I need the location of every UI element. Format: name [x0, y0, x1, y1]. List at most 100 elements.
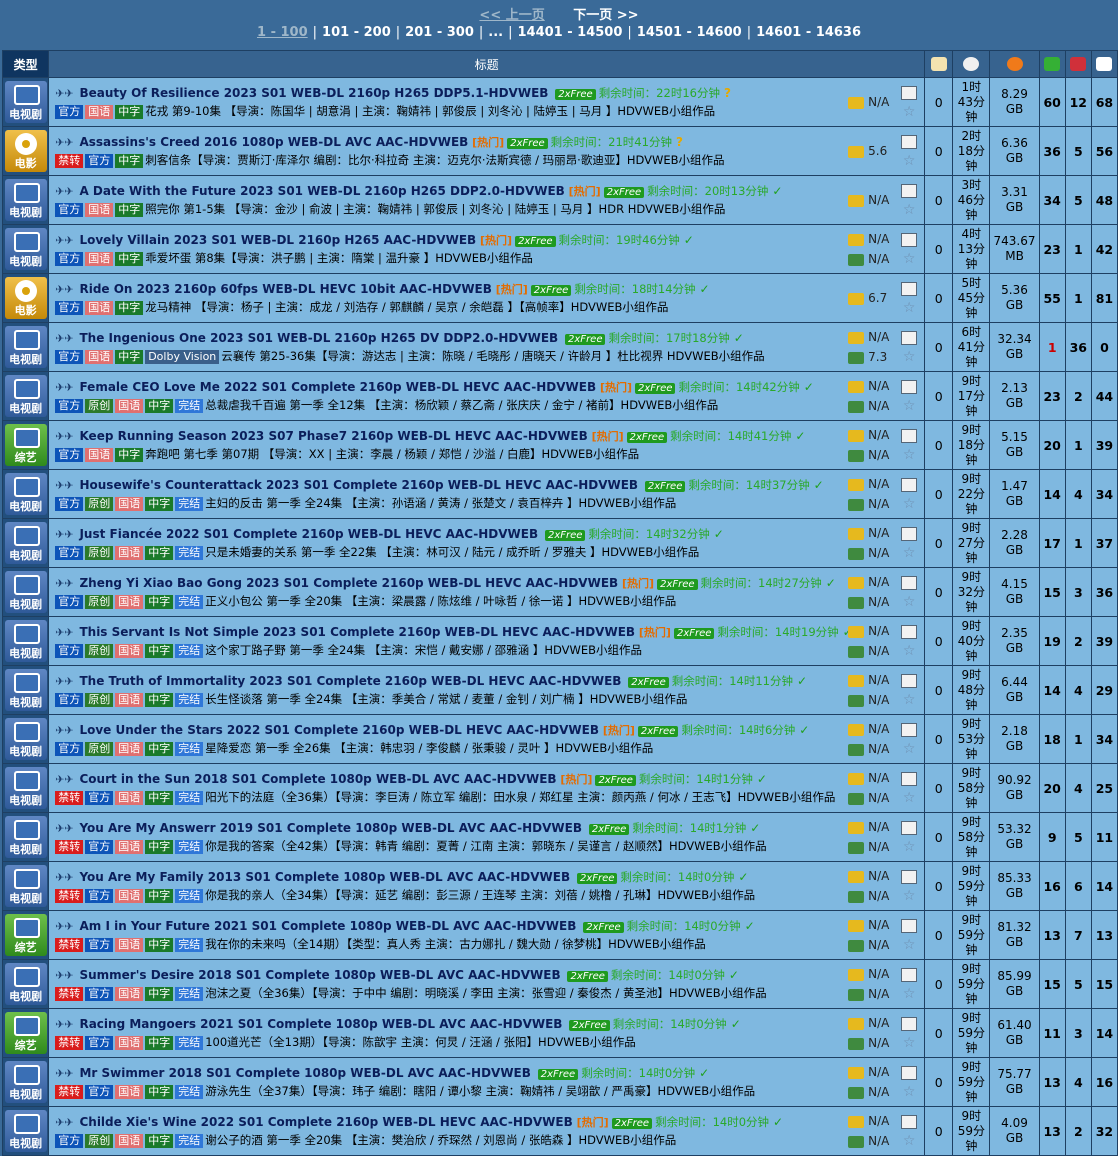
torrent-title-link[interactable]: Housewife's Counterattack 2023 S01 Compl… — [79, 478, 638, 492]
seeders-count[interactable]: 13 — [1038, 910, 1066, 960]
torrent-title-link[interactable]: Mr Swimmer 2018 S01 Complete 1080p WEB-D… — [79, 1066, 530, 1080]
category-cell[interactable]: 电视剧 — [1, 665, 50, 715]
time-icon[interactable] — [952, 50, 991, 78]
seeders-count[interactable]: 13 — [1038, 1057, 1066, 1107]
category-badge[interactable]: 电视剧 — [4, 620, 47, 662]
download-icon[interactable] — [901, 624, 918, 639]
comments-count[interactable]: 0 — [924, 469, 954, 519]
comments-count[interactable]: 0 — [924, 665, 954, 715]
torrent-title-link[interactable]: You Are My Answerr 2019 S01 Complete 108… — [79, 821, 582, 835]
page-range-link[interactable]: 14601 - 14636 — [756, 25, 861, 40]
snatched-count[interactable]: 39 — [1090, 420, 1118, 470]
snatched-count[interactable]: 32 — [1090, 1106, 1118, 1156]
bookmark-star-icon[interactable]: ☆ — [903, 545, 916, 561]
snatched-count[interactable]: 0 — [1090, 322, 1118, 372]
leechers-count[interactable]: 7 — [1064, 910, 1092, 960]
torrent-title-link[interactable]: This Servant Is Not Simple 2023 S01 Comp… — [79, 625, 635, 639]
snatched-count[interactable]: 14 — [1090, 861, 1118, 911]
leechers-count[interactable]: 4 — [1064, 763, 1092, 813]
leechers-count[interactable]: 5 — [1064, 959, 1092, 1009]
torrent-title-link[interactable]: Female CEO Love Me 2022 S01 Complete 216… — [79, 380, 596, 394]
download-icon[interactable] — [901, 477, 918, 492]
leechers-count[interactable]: 6 — [1064, 861, 1092, 911]
download-icon[interactable] — [901, 183, 918, 198]
bookmark-star-icon[interactable]: ☆ — [903, 1133, 916, 1149]
leechers-count[interactable]: 1 — [1064, 420, 1092, 470]
torrent-title-link[interactable]: You Are My Family 2013 S01 Complete 1080… — [79, 870, 570, 884]
download-icon[interactable] — [901, 722, 918, 737]
seeders-count[interactable]: 13 — [1038, 1106, 1066, 1156]
comments-count[interactable]: 0 — [924, 1106, 954, 1156]
snatched-icon[interactable] — [1090, 50, 1118, 78]
snatched-count[interactable]: 81 — [1090, 273, 1118, 323]
download-icon[interactable] — [901, 1114, 918, 1129]
torrent-title-link[interactable]: Zheng Yi Xiao Bao Gong 2023 S01 Complete… — [79, 576, 618, 590]
leechers-count[interactable]: 1 — [1064, 714, 1092, 764]
category-cell[interactable]: 电视剧 — [1, 714, 50, 764]
leechers-count[interactable]: 4 — [1064, 1057, 1092, 1107]
category-badge[interactable]: 电视剧 — [4, 81, 47, 123]
snatched-count[interactable]: 14 — [1090, 1008, 1118, 1058]
snatched-count[interactable]: 25 — [1090, 763, 1118, 813]
comments-count[interactable]: 0 — [924, 763, 954, 813]
snatched-count[interactable]: 48 — [1090, 175, 1118, 225]
snatched-count[interactable]: 29 — [1090, 665, 1118, 715]
page-range-link[interactable]: 14401 - 14500 — [518, 25, 623, 40]
download-icon[interactable] — [901, 1065, 918, 1080]
bookmark-star-icon[interactable]: ☆ — [903, 300, 916, 316]
comments-count[interactable]: 0 — [924, 126, 954, 176]
bookmark-star-icon[interactable]: ☆ — [903, 496, 916, 512]
download-icon[interactable] — [901, 281, 918, 296]
category-badge[interactable]: 电视剧 — [4, 473, 47, 515]
download-icon[interactable] — [901, 869, 918, 884]
seeders-count[interactable]: 23 — [1038, 371, 1066, 421]
page-range-link[interactable]: 14501 - 14600 — [637, 25, 742, 40]
snatched-count[interactable]: 13 — [1090, 910, 1118, 960]
header-type[interactable]: 类型 — [1, 50, 50, 78]
torrent-title-link[interactable]: Beauty Of Resilience 2023 S01 WEB-DL 216… — [79, 86, 548, 100]
category-badge[interactable]: 电影 — [4, 130, 47, 172]
category-cell[interactable]: 电视剧 — [1, 616, 50, 666]
download-icon[interactable] — [901, 379, 918, 394]
comments-count[interactable]: 0 — [924, 910, 954, 960]
torrent-title-link[interactable]: The Ingenious One 2023 S01 WEB-DL 2160p … — [79, 331, 558, 345]
download-icon[interactable] — [901, 428, 918, 443]
leechers-count[interactable]: 4 — [1064, 665, 1092, 715]
seeders-count[interactable]: 9 — [1038, 812, 1066, 862]
leechers-count[interactable]: 2 — [1064, 1106, 1092, 1156]
seeders-count[interactable]: 20 — [1038, 420, 1066, 470]
comments-count[interactable]: 0 — [924, 420, 954, 470]
category-cell[interactable]: 电视剧 — [1, 567, 50, 617]
category-badge[interactable]: 综艺 — [4, 1012, 47, 1054]
snatched-count[interactable]: 44 — [1090, 371, 1118, 421]
snatched-count[interactable]: 37 — [1090, 518, 1118, 568]
download-icon[interactable] — [901, 1016, 918, 1031]
comments-count[interactable]: 0 — [924, 812, 954, 862]
comments-count[interactable]: 0 — [924, 714, 954, 764]
bookmark-star-icon[interactable]: ☆ — [903, 398, 916, 414]
category-cell[interactable]: 综艺 — [1, 910, 50, 960]
snatched-count[interactable]: 15 — [1090, 959, 1118, 1009]
category-badge[interactable]: 电视剧 — [4, 1110, 47, 1152]
next-page-link[interactable]: 下一页 >> — [573, 8, 638, 23]
seeders-count[interactable]: 34 — [1038, 175, 1066, 225]
snatched-count[interactable]: 16 — [1090, 1057, 1118, 1107]
seeders-count[interactable]: 20 — [1038, 763, 1066, 813]
seeders-count[interactable]: 14 — [1038, 665, 1066, 715]
category-cell[interactable]: 电视剧 — [1, 371, 50, 421]
seeders-icon[interactable] — [1038, 50, 1066, 78]
bookmark-star-icon[interactable]: ☆ — [903, 741, 916, 757]
bookmark-star-icon[interactable]: ☆ — [903, 888, 916, 904]
category-badge[interactable]: 电视剧 — [4, 375, 47, 417]
page-range-link[interactable]: 101 - 200 — [322, 25, 391, 40]
category-cell[interactable]: 电视剧 — [1, 175, 50, 225]
seeders-count[interactable]: 36 — [1038, 126, 1066, 176]
comments-count[interactable]: 0 — [924, 518, 954, 568]
seeders-count[interactable]: 15 — [1038, 567, 1066, 617]
snatched-count[interactable]: 68 — [1090, 77, 1118, 127]
category-cell[interactable]: 电影 — [1, 273, 50, 323]
snatched-count[interactable]: 34 — [1090, 469, 1118, 519]
category-cell[interactable]: 电视剧 — [1, 763, 50, 813]
comments-icon[interactable] — [924, 50, 954, 78]
snatched-count[interactable]: 39 — [1090, 616, 1118, 666]
